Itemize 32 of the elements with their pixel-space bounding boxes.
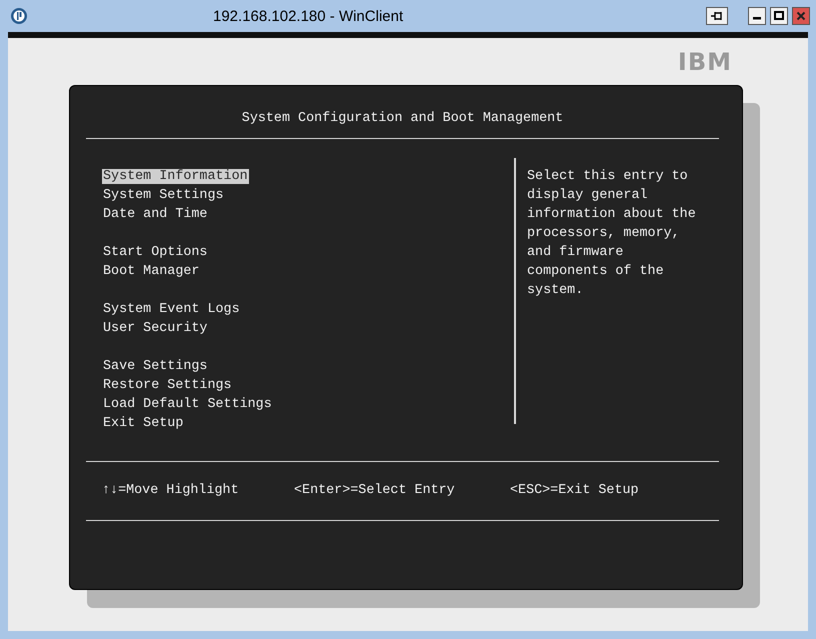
menu-item[interactable]: Restore Settings (102, 378, 233, 393)
help-text: components of the (527, 264, 664, 279)
menu-item[interactable]: System Settings (102, 188, 225, 203)
key-hint: <ESC>=Exit Setup (510, 482, 639, 500)
maximize-icon (774, 11, 784, 21)
pin-icon (710, 10, 724, 22)
help-text: processors, memory, (527, 226, 680, 241)
menu-item[interactable]: Start Options (102, 245, 208, 260)
close-icon (796, 11, 806, 21)
key-hint: <Enter>=Select Entry (294, 482, 456, 500)
help-text: and firmware (527, 245, 624, 260)
maximize-button[interactable] (770, 7, 788, 25)
menu-item[interactable]: Load Default Settings (102, 397, 273, 412)
menu-item[interactable]: Date and Time (102, 207, 208, 222)
key-hint: ↑↓=Move Highlight (102, 482, 240, 500)
help-text: system. (527, 283, 584, 298)
minimize-button[interactable] (748, 7, 766, 25)
menu-item[interactable]: Exit Setup (102, 416, 184, 431)
menu-item[interactable]: System Information (102, 169, 249, 184)
screen-title: System Configuration and Boot Management (240, 110, 564, 128)
pin-button[interactable] (706, 7, 728, 25)
help-text: display general (527, 188, 648, 203)
help-text: information about the (527, 207, 696, 222)
app-icon (10, 7, 28, 25)
menu-item[interactable]: System Event Logs (102, 302, 241, 317)
help-text: Select this entry to (527, 169, 688, 184)
menu-item[interactable]: Boot Manager (102, 264, 200, 279)
window-title: 192.168.102.180 - WinClient (213, 8, 404, 24)
menu-item[interactable]: User Security (102, 321, 208, 336)
close-button[interactable] (792, 7, 810, 25)
logo: IBM (678, 48, 732, 76)
menu-item[interactable]: Save Settings (102, 359, 208, 374)
